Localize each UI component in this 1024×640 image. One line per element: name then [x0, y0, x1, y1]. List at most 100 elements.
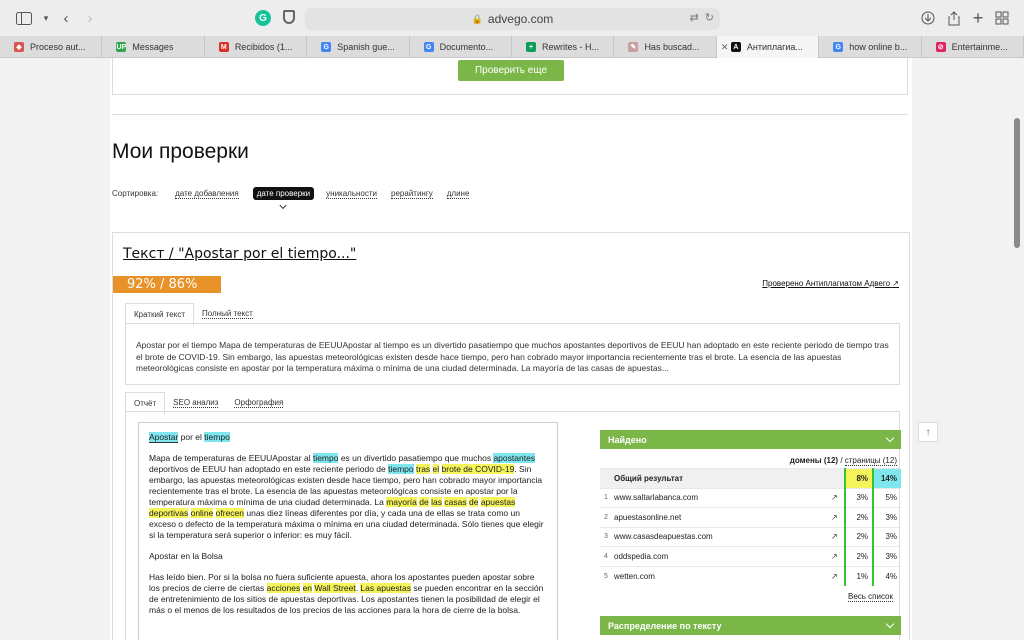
- scroll-to-top-button[interactable]: ↑: [918, 422, 938, 442]
- match-highlight: mayoría: [386, 497, 417, 507]
- source-percent-2: 4%: [872, 565, 901, 586]
- shield-icon[interactable]: [283, 10, 295, 24]
- external-link-icon[interactable]: ↗: [831, 526, 845, 547]
- report-panel: Apostar por el tiempo Mapa de temperatur…: [125, 411, 901, 640]
- sort-label: Сортировка:: [112, 189, 159, 198]
- share-icon[interactable]: [944, 8, 964, 28]
- text-paragraph: Has leído bien. Por si la bolsa no fuera…: [149, 572, 547, 616]
- browser-tab[interactable]: ◆ Proceso aut...: [0, 36, 103, 58]
- sort-by-uniqueness[interactable]: уникальности: [326, 189, 378, 199]
- tab-label: Entertainme...: [951, 42, 1008, 52]
- check-card: Текст / "Apostar por el tiempo..." 92% /…: [112, 232, 910, 640]
- browser-tab[interactable]: M Recibidos (1...: [205, 36, 308, 58]
- favicon-icon: A: [730, 42, 741, 52]
- forward-icon[interactable]: ›: [80, 8, 100, 28]
- source-domain: www.casasdeapuestas.com: [612, 526, 831, 547]
- check-again-button[interactable]: Проверить еще: [458, 60, 564, 81]
- new-tab-icon[interactable]: +: [968, 8, 988, 28]
- reload-icon[interactable]: ↻: [705, 11, 714, 24]
- match-highlight: tiempo: [204, 432, 230, 442]
- tab-label: Messages: [132, 42, 174, 52]
- match-highlight: en: [302, 583, 313, 593]
- source-percent-2: 3%: [872, 546, 901, 566]
- scrollbar[interactable]: [1014, 118, 1020, 248]
- found-title: Найдено: [608, 434, 647, 445]
- match-highlight: tiempo: [388, 464, 414, 474]
- download-icon[interactable]: [918, 8, 938, 28]
- row-number: 2: [600, 507, 612, 527]
- tab-report-label: Отчёт: [134, 399, 157, 408]
- lock-icon: 🔒: [471, 13, 483, 24]
- external-link-icon[interactable]: ↗: [831, 546, 845, 566]
- highlighted-text: Apostar por el tiempo Mapa de temperatur…: [138, 422, 558, 640]
- external-link-icon[interactable]: ↗: [831, 487, 845, 508]
- close-tab-icon[interactable]: ✕: [721, 42, 729, 53]
- source-percent-1: 1%: [844, 565, 873, 586]
- text-paragraph: Mapa de temperaturas de EEUUApostar al t…: [149, 453, 547, 541]
- browser-tab[interactable]: ✕ A Антиплагиа...: [716, 36, 820, 58]
- domains-toggle[interactable]: домены (12): [790, 456, 838, 465]
- source-percent-2: 3%: [872, 507, 901, 527]
- pages-toggle[interactable]: страницы (12): [844, 456, 897, 466]
- tab-spelling-label: Орфография: [234, 398, 284, 408]
- chevron-down-icon: [885, 619, 895, 629]
- total-percent-1: 8%: [844, 468, 873, 488]
- chevron-down-icon[interactable]: ▾: [36, 8, 56, 28]
- tab-full-text-label: Полный текст: [201, 309, 253, 319]
- browser-tab[interactable]: G Documento...: [410, 36, 513, 58]
- match-highlight: Wall Street: [314, 583, 356, 593]
- full-list-link[interactable]: Весь список: [600, 586, 901, 602]
- browser-tab[interactable]: + Rewrites - H...: [512, 36, 615, 58]
- browser-tab[interactable]: ⊘ Entertainme...: [922, 36, 1024, 58]
- source-row[interactable]: 2 apuestasonline.net ↗ 2% 3%: [600, 507, 901, 527]
- browser-tab[interactable]: Ghow online b...: [819, 36, 922, 58]
- check-title[interactable]: Текст / "Apostar por el tiempo...": [123, 246, 356, 262]
- sort-by-added[interactable]: дате добавления: [175, 189, 239, 199]
- source-row[interactable]: 4 oddspedia.com ↗ 2% 3%: [600, 546, 901, 566]
- grammarly-icon[interactable]: G: [255, 10, 271, 26]
- main-content: Проверить еще Мои проверки Сортировка: д…: [110, 58, 912, 640]
- address-bar[interactable]: 🔒 advego.com ⇄ ↻: [305, 8, 720, 30]
- external-link-icon[interactable]: ↗: [831, 507, 845, 527]
- check-again-box: Проверить еще: [112, 58, 908, 95]
- match-highlight: apuestas: [480, 497, 516, 507]
- source-percent-2: 5%: [872, 487, 901, 508]
- sort-by-length[interactable]: длине: [446, 189, 470, 199]
- sidebar-icon[interactable]: [14, 8, 34, 28]
- favicon-icon: G: [423, 42, 434, 52]
- found-header[interactable]: Найдено: [600, 430, 901, 449]
- favicon-icon: +: [526, 42, 537, 52]
- browser-tab[interactable]: ✎ Has buscad...: [614, 36, 717, 58]
- source-row[interactable]: 3 www.casasdeapuestas.com ↗ 2% 3%: [600, 526, 901, 547]
- sort-by-rewriting[interactable]: рерайтингу: [391, 189, 433, 199]
- verified-link[interactable]: Проверено Антиплагиатом Адвего ↗: [762, 279, 899, 288]
- sources-table: Общий результат 8% 14% 1 www.saltarlabanc…: [600, 468, 901, 586]
- match-highlight: tiempo: [312, 453, 339, 463]
- row-number: 3: [600, 526, 612, 547]
- source-row[interactable]: 1 www.saltarlabanca.com ↗ 3% 5%: [600, 487, 901, 508]
- translate-icon[interactable]: ⇄: [690, 11, 699, 24]
- text-span: Mapa de temperaturas de EEUUApostar al: [149, 453, 313, 463]
- total-percent-2: 14%: [872, 468, 901, 488]
- external-link-icon[interactable]: ↗: [831, 565, 845, 586]
- sort-by-checked[interactable]: дате проверки: [252, 187, 315, 200]
- distribution-header[interactable]: Распределение по тексту: [600, 616, 901, 635]
- text-paragraph: Apostar por el tiempo: [149, 432, 547, 443]
- row-number: 1: [600, 487, 612, 508]
- match-highlight: deportivas: [149, 508, 189, 518]
- back-icon[interactable]: ‹: [56, 8, 76, 28]
- divider: [112, 114, 908, 115]
- tab-label: Recibidos (1...: [234, 42, 293, 52]
- tab-label: Rewrites - H...: [542, 42, 600, 52]
- browser-tab[interactable]: UP Messages: [102, 36, 205, 58]
- tab-overview-icon[interactable]: [992, 8, 1012, 28]
- page-title: Мои проверки: [112, 140, 249, 163]
- chevron-down-icon: [885, 433, 895, 443]
- tab-label: Has buscad...: [644, 42, 700, 52]
- toggle-separator: /: [838, 456, 845, 465]
- browser-tab[interactable]: G Spanish gue...: [307, 36, 410, 58]
- favicon-icon: ◆: [14, 42, 24, 52]
- source-row[interactable]: 5 wetten.com ↗ 1% 4%: [600, 565, 901, 586]
- source-domain: www.saltarlabanca.com: [612, 487, 831, 508]
- url-text: advego.com: [487, 12, 554, 26]
